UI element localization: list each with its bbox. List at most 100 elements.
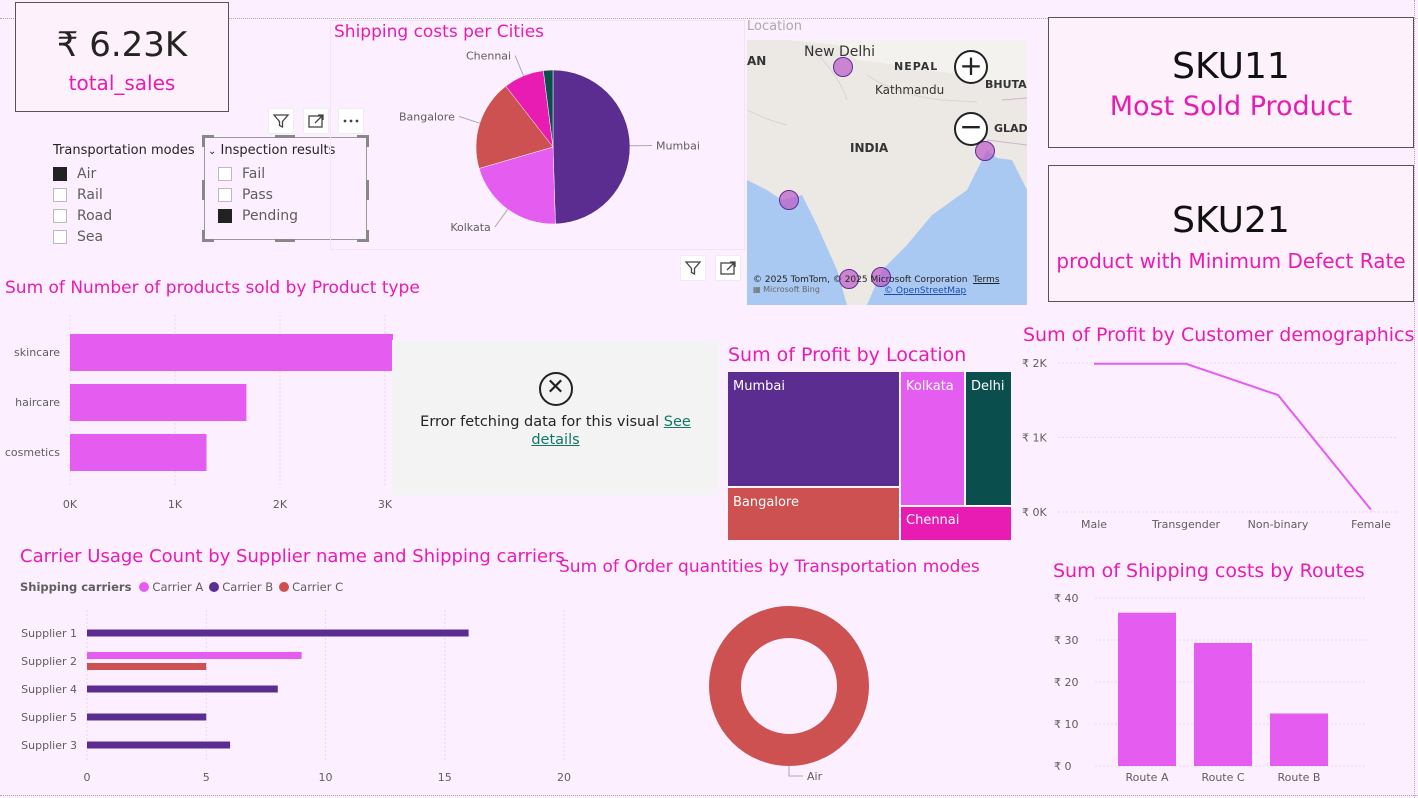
map-bubble-mumbai[interactable] bbox=[779, 190, 799, 210]
slicer-item-rail[interactable]: Rail bbox=[53, 184, 203, 205]
treemap-tile-delhi[interactable]: Delhi bbox=[966, 372, 1011, 506]
map-attribution: © 2025 TomTom, © 2025 Microsoft Corporat… bbox=[753, 275, 968, 285]
filter-icon[interactable] bbox=[268, 108, 294, 134]
x-tick-label: Route C bbox=[1201, 771, 1244, 784]
zoom-in-button[interactable]: + bbox=[954, 50, 988, 84]
kpi-total-sales-value: ₹ 6.23K bbox=[56, 25, 188, 65]
y-tick-label: skincare bbox=[14, 346, 60, 359]
see-details-link[interactable]: details bbox=[392, 432, 719, 448]
y-tick-label: ₹ 2K bbox=[1022, 357, 1047, 370]
legend-dot bbox=[139, 582, 150, 592]
treemap-tile-mumbai[interactable]: Mumbai bbox=[728, 372, 900, 487]
pie-leader-line[interactable] bbox=[514, 55, 524, 77]
carrier-usage-bar-chart[interactable]: 0 5 10 15 20 Supplier 1 Supplier 2 Supplier 4 Su… bbox=[0, 605, 600, 795]
resize-handle[interactable] bbox=[202, 230, 214, 242]
transport-modes-slicer[interactable]: Transportation modes Air Rail Road Sea bbox=[53, 143, 203, 247]
checkbox-fail[interactable] bbox=[218, 166, 232, 181]
legend-item[interactable]: Carrier B bbox=[222, 580, 273, 594]
legend-item[interactable]: Carrier C bbox=[292, 580, 343, 594]
resize-handle[interactable] bbox=[202, 180, 205, 200]
order-quantities-donut-chart[interactable]: Air bbox=[690, 590, 950, 795]
x-tick-label: Male bbox=[1081, 518, 1107, 531]
kpi-min-defect-value: SKU21 bbox=[1172, 200, 1290, 241]
kpi-min-defect-card[interactable]: SKU21 product with Minimum Defect Rate bbox=[1048, 165, 1414, 302]
zoom-out-button[interactable]: − bbox=[954, 112, 988, 146]
location-map[interactable]: AN New Delhi NEPAL Kathmandu INDIA BHUTA… bbox=[747, 40, 1027, 305]
pie-leader-line[interactable] bbox=[458, 115, 480, 124]
products-sold-bar-chart[interactable]: 0K 1K 2K 3K skincare haircare cosmetics bbox=[0, 305, 400, 520]
map-label: GLAD bbox=[994, 122, 1027, 135]
slicer-label: Pending bbox=[242, 207, 298, 224]
checkbox-pending[interactable] bbox=[218, 208, 232, 223]
profit-demographics-line-chart[interactable]: ₹ 0K ₹ 1K ₹ 2K Male Transgender Non-binary Fem… bbox=[1018, 350, 1412, 535]
order-quantities-title: Sum of Order quantities by Transportatio… bbox=[559, 557, 980, 577]
kpi-most-sold-card[interactable]: SKU11 Most Sold Product bbox=[1048, 17, 1414, 148]
profit-location-title: Sum of Profit by Location bbox=[728, 344, 967, 366]
focus-mode-icon[interactable] bbox=[303, 108, 329, 134]
checkbox-rail[interactable] bbox=[53, 187, 67, 202]
chevron-down-icon[interactable]: ⌄ bbox=[208, 146, 216, 157]
x-tick-label: Route A bbox=[1126, 771, 1169, 784]
pie-data-label: Chennai bbox=[466, 50, 511, 63]
slicer-title: Transportation modes bbox=[53, 143, 195, 158]
legend-item[interactable]: Carrier A bbox=[152, 580, 203, 594]
y-tick-label: ₹ 40 bbox=[1054, 592, 1079, 605]
y-tick-label: ₹ 0 bbox=[1054, 760, 1072, 773]
line-series-profit[interactable] bbox=[1094, 362, 1372, 511]
map-bubble-delhi[interactable] bbox=[833, 57, 853, 77]
resize-handle[interactable] bbox=[275, 135, 295, 138]
bar-haircare[interactable] bbox=[70, 384, 247, 421]
filter-icon[interactable] bbox=[680, 255, 706, 281]
y-tick-label: ₹ 1K bbox=[1022, 432, 1047, 445]
slicer-label: Pass bbox=[242, 186, 273, 203]
donut-leader-line[interactable] bbox=[788, 766, 803, 777]
treemap-label: Bangalore bbox=[733, 495, 799, 510]
profit-location-treemap[interactable]: Mumbai Bangalore Kolkata Chennai Delhi bbox=[728, 372, 1011, 540]
focus-mode-icon[interactable] bbox=[715, 255, 741, 281]
bar-route-c[interactable] bbox=[1194, 642, 1252, 766]
bar-route-b[interactable] bbox=[1270, 713, 1328, 767]
see-details-link[interactable]: See bbox=[664, 414, 691, 430]
shipping-routes-bar-chart[interactable]: ₹ 0 ₹ 10 ₹ 20 ₹ 30 ₹ 40 Route A Route C Route B bbox=[1040, 588, 1410, 793]
bar-skincare[interactable] bbox=[70, 334, 393, 371]
map-label: INDIA bbox=[850, 141, 889, 155]
bar-carrier-c[interactable] bbox=[87, 663, 207, 670]
slicer-item-air[interactable]: Air bbox=[53, 163, 203, 184]
checkbox-pass[interactable] bbox=[218, 187, 232, 202]
pie-leader-line[interactable] bbox=[494, 209, 509, 228]
pie-slice-mumbai[interactable] bbox=[552, 69, 631, 225]
bar-carrier-b[interactable] bbox=[87, 685, 278, 693]
y-tick-label: Supplier 5 bbox=[21, 711, 77, 724]
treemap-label: Delhi bbox=[971, 379, 1005, 394]
treemap-tile-chennai[interactable]: Chennai bbox=[901, 507, 1011, 540]
treemap-label: Chennai bbox=[906, 513, 960, 528]
pie-data-label: Mumbai bbox=[656, 139, 700, 152]
bar-carrier-a[interactable] bbox=[87, 652, 302, 659]
bar-cosmetics[interactable] bbox=[70, 434, 207, 471]
slicer-item-sea[interactable]: Sea bbox=[53, 226, 203, 247]
map-terms-link[interactable]: Terms bbox=[973, 275, 1000, 285]
bar-carrier-b[interactable] bbox=[87, 741, 231, 749]
shipping-costs-pie-chart[interactable]: Mumbai Kolkata Bangalore Chennai bbox=[330, 45, 745, 245]
page-bottom-border bbox=[0, 795, 1418, 796]
legend-title: Shipping carriers bbox=[20, 580, 132, 594]
slicer-item-road[interactable]: Road bbox=[53, 205, 203, 226]
osm-link[interactable]: © OpenStreetMap bbox=[884, 286, 966, 296]
kpi-total-sales-card[interactable]: ₹ 6.23K total_sales bbox=[15, 2, 229, 112]
checkbox-road[interactable] bbox=[53, 208, 67, 223]
resize-handle[interactable] bbox=[275, 239, 295, 242]
treemap-tile-bangalore[interactable]: Bangalore bbox=[728, 488, 900, 540]
x-tick-label: 0K bbox=[63, 498, 78, 511]
treemap-tile-kolkata[interactable]: Kolkata bbox=[901, 372, 965, 506]
checkbox-air[interactable] bbox=[53, 166, 67, 181]
donut-slice-air[interactable] bbox=[709, 606, 869, 766]
bar-route-a[interactable] bbox=[1118, 612, 1176, 766]
products-sold-title: Sum of Number of products sold by Produc… bbox=[5, 278, 420, 298]
x-tick-label: 0 bbox=[84, 771, 91, 784]
bar-carrier-b[interactable] bbox=[87, 629, 469, 637]
slicer-label: Air bbox=[77, 165, 97, 182]
bar-carrier-b[interactable] bbox=[87, 713, 207, 721]
checkbox-sea[interactable] bbox=[53, 229, 67, 244]
map-label: AN bbox=[747, 54, 767, 68]
slicer-label: Sea bbox=[77, 228, 104, 245]
